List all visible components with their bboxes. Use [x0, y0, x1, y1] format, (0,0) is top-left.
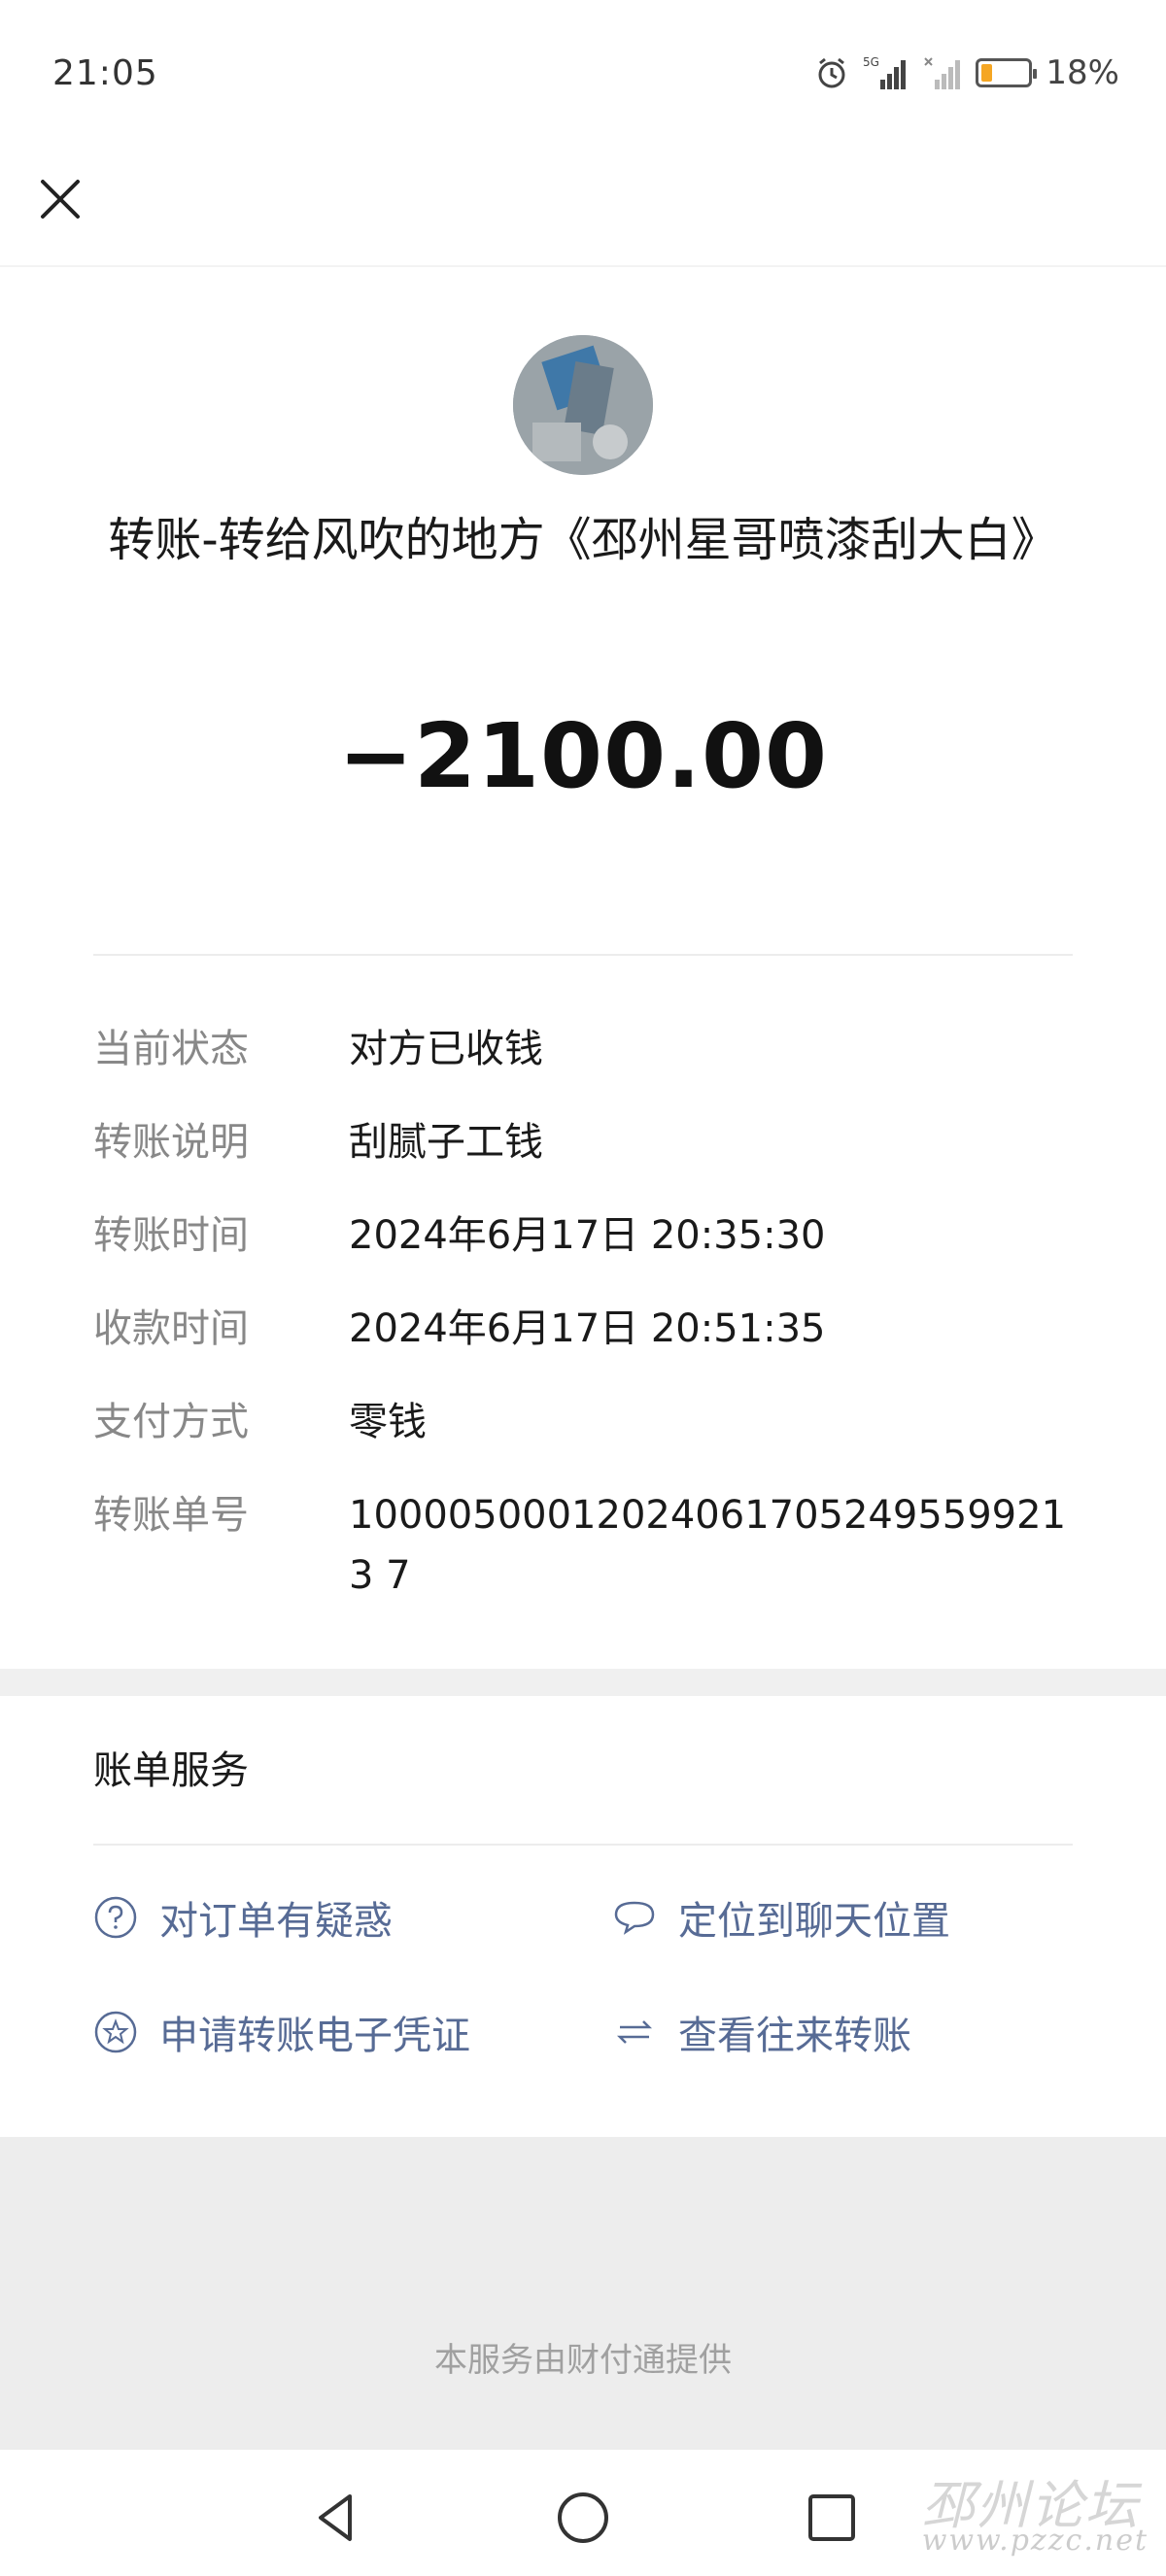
- chat-bubble-icon: [612, 1895, 657, 1940]
- battery-percent: 18%: [1046, 53, 1119, 92]
- close-button[interactable]: [31, 170, 89, 228]
- top-bar: [0, 146, 1166, 267]
- detail-row-transfer-time: 转账时间 2024年6月17日 20:35:30: [93, 1211, 1108, 1266]
- detail-label: 转账说明: [93, 1120, 249, 1165]
- back-triangle-icon: [319, 2494, 352, 2541]
- detail-row-receive-time: 收款时间 2024年6月17日 20:51:35: [93, 1305, 1108, 1359]
- nav-recents-button[interactable]: [803, 2489, 861, 2547]
- provider-text: 本服务由财付通提供: [434, 2341, 732, 2380]
- bill-services-title: 账单服务: [93, 1748, 249, 1793]
- recipient-avatar: [513, 335, 653, 475]
- detail-label: 转账时间: [93, 1213, 249, 1258]
- detail-value: 2024年6月17日 20:51:35: [349, 1306, 826, 1351]
- status-time: 21:05: [52, 52, 158, 93]
- detail-value: 对方已收钱: [349, 1027, 543, 1071]
- divider: [93, 954, 1073, 956]
- signal-5g-icon: 5G: [863, 55, 907, 89]
- close-icon: [41, 180, 80, 219]
- detail-row-order-number: 转账单号 100005000120240617052495599213 7: [93, 1491, 1108, 1606]
- detail-label: 收款时间: [93, 1306, 249, 1351]
- section-separator: [0, 1669, 1166, 1696]
- footer: [0, 2137, 1166, 2450]
- transfer-amount: −2100.00: [337, 704, 829, 808]
- detail-value: 刮腻子工钱: [349, 1120, 543, 1165]
- order-question-label: 对订单有疑惑: [159, 1899, 393, 1944]
- star-badge-icon: [93, 2010, 138, 2054]
- recents-square-icon: [808, 2494, 855, 2541]
- nav-back-button[interactable]: [307, 2489, 365, 2547]
- detail-label: 转账单号: [93, 1493, 249, 1538]
- detail-label: 当前状态: [93, 1027, 249, 1071]
- order-number-value[interactable]: 100005000120240617052495599213 7: [349, 1485, 1068, 1606]
- detail-row-status: 当前状态 对方已收钱: [93, 1025, 1108, 1079]
- alarm-icon: [818, 57, 845, 88]
- detail-value: 零钱: [349, 1400, 427, 1444]
- forum-watermark: 邳州论坛 www.pzzc.net: [922, 2462, 1149, 2558]
- detail-row-payment-method: 支付方式 零钱: [93, 1398, 1108, 1452]
- status-icons: 5G 18%: [814, 53, 1119, 92]
- svg-text:5G: 5G: [863, 55, 879, 69]
- divider: [93, 1844, 1073, 1846]
- detail-value: 2024年6月17日 20:35:30: [349, 1213, 826, 1258]
- order-question-link[interactable]: 对订单有疑惑: [93, 1889, 393, 1946]
- nav-home-button[interactable]: [554, 2489, 612, 2547]
- exchange-arrows-icon: [612, 2010, 657, 2054]
- view-transfers-label: 查看往来转账: [678, 2014, 911, 2058]
- detail-label: 支付方式: [93, 1400, 249, 1444]
- view-transfers-link[interactable]: 查看往来转账: [612, 2004, 911, 2060]
- transfer-title: 转账-转给风吹的地方《邳州星哥喷漆刮大白》: [108, 513, 1058, 567]
- transfer-details: 当前状态 对方已收钱 转账说明 刮腻子工钱 转账时间 2024年6月17日 20…: [93, 1025, 1108, 1644]
- question-icon: [93, 1895, 138, 1940]
- request-voucher-link[interactable]: 申请转账电子凭证: [93, 2004, 470, 2060]
- locate-chat-link[interactable]: 定位到聊天位置: [612, 1889, 950, 1946]
- status-bar: 21:05 5G 18%: [0, 0, 1166, 146]
- home-circle-icon: [558, 2492, 608, 2543]
- transfer-detail-page: 21:05 5G 18% 转账-转给风吹的地方《邳州星哥喷漆刮大白》 −2100…: [0, 0, 1166, 2576]
- battery-icon: [976, 58, 1038, 87]
- request-voucher-label: 申请转账电子凭证: [159, 2014, 470, 2058]
- locate-chat-label: 定位到聊天位置: [678, 1899, 950, 1944]
- signal-empty-icon: [924, 57, 961, 89]
- detail-row-note: 转账说明 刮腻子工钱: [93, 1118, 1108, 1172]
- watermark-url: www.pzzc.net: [921, 2524, 1149, 2558]
